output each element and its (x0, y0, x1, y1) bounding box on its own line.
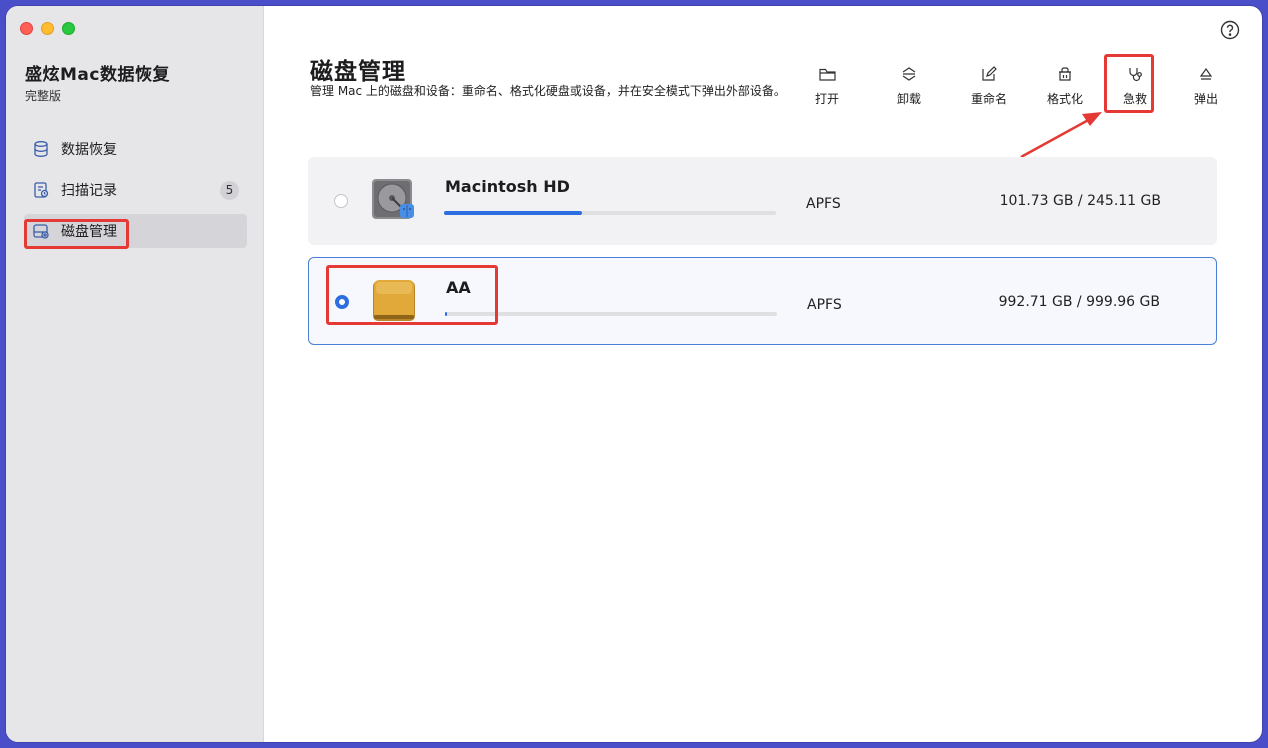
sidebar-item-disk-management[interactable]: 磁盘管理 (24, 214, 247, 248)
disk-row-macintosh-hd[interactable]: Macintosh HD APFS 101.73 GB / 245.11 GB (308, 157, 1217, 245)
sidebar-item-label: 磁盘管理 (61, 224, 117, 240)
stethoscope-icon (1105, 64, 1165, 84)
rescue-label: 急救 (1122, 92, 1147, 106)
sidebar-item-data-recovery[interactable]: 数据恢复 (24, 132, 247, 166)
disk-select-radio[interactable] (335, 295, 349, 309)
sidebar-item-label: 数据恢复 (61, 142, 117, 158)
format-label: 格式化 (1046, 92, 1083, 106)
format-button[interactable]: 格式化 (1035, 64, 1095, 107)
rename-edit-icon (959, 64, 1019, 84)
open-label: 打开 (814, 92, 839, 106)
zoom-window-button[interactable] (62, 22, 75, 35)
app-edition: 完整版 (25, 89, 62, 103)
scan-history-icon (32, 181, 50, 199)
folder-icon (797, 64, 857, 84)
close-window-button[interactable] (20, 22, 33, 35)
minimize-window-button[interactable] (41, 22, 54, 35)
eject-button[interactable]: 弹出 (1176, 64, 1236, 107)
rename-label: 重命名 (970, 92, 1007, 106)
eject-icon (1176, 64, 1236, 84)
page-title: 磁盘管理 (310, 59, 406, 85)
disk-manage-icon (32, 222, 50, 240)
page-description: 管理 Mac 上的磁盘和设备：重命名、格式化硬盘或设备，并在安全模式下弹出外部设… (310, 84, 786, 98)
open-button[interactable]: 打开 (797, 64, 857, 107)
rescue-button[interactable]: 急救 (1105, 64, 1165, 107)
disk-name: Macintosh HD (445, 177, 570, 196)
internal-hard-drive-icon (368, 174, 418, 224)
external-drive-icon (369, 275, 419, 325)
sidebar: 盛炫Mac数据恢复 完整版 数据恢复 扫描记录 5 磁盘管理 (6, 6, 264, 742)
disk-usage-bar (444, 211, 776, 215)
sidebar-item-label: 扫描记录 (61, 183, 117, 199)
disk-usage-text: 992.71 GB / 999.96 GB (998, 294, 1160, 310)
unmount-button[interactable]: 卸载 (879, 64, 939, 107)
format-eraser-icon (1035, 64, 1095, 84)
disk-usage-bar-fill (444, 211, 582, 215)
disk-row-aa[interactable]: AA APFS 992.71 GB / 999.96 GB (308, 257, 1217, 345)
rename-button[interactable]: 重命名 (959, 64, 1019, 107)
window-controls (20, 22, 75, 35)
scan-count-badge: 5 (220, 181, 239, 200)
app-title: 盛炫Mac数据恢复 (25, 65, 170, 85)
disk-usage-text: 101.73 GB / 245.11 GB (999, 193, 1161, 209)
eject-label: 弹出 (1193, 92, 1218, 106)
main-panel: 磁盘管理 管理 Mac 上的磁盘和设备：重命名、格式化硬盘或设备，并在安全模式下… (264, 6, 1262, 742)
app-window: 盛炫Mac数据恢复 完整版 数据恢复 扫描记录 5 磁盘管理 磁盘管理 管理 M… (6, 6, 1262, 742)
disk-select-radio[interactable] (334, 194, 348, 208)
disk-name: AA (446, 278, 471, 297)
help-icon[interactable] (1220, 20, 1240, 40)
sidebar-item-scan-history[interactable]: 扫描记录 5 (24, 173, 247, 207)
disk-usage-bar (445, 312, 777, 316)
unmount-label: 卸载 (896, 92, 921, 106)
database-icon (32, 140, 50, 158)
sidebar-nav: 数据恢复 扫描记录 5 磁盘管理 (24, 132, 247, 255)
disk-filesystem: APFS (806, 196, 841, 212)
disk-filesystem: APFS (807, 297, 842, 313)
disk-usage-bar-fill (445, 312, 448, 316)
unmount-icon (879, 64, 939, 84)
